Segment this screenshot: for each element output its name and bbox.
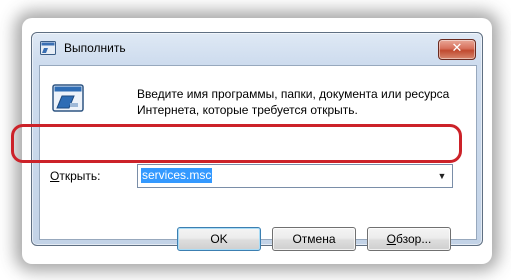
dropdown-arrow-icon[interactable]: ▼: [434, 167, 450, 185]
run-title-icon: [40, 41, 56, 55]
browse-accelerator: О: [386, 232, 396, 246]
open-label-accelerator: О: [50, 169, 60, 183]
open-input-value[interactable]: services.msc: [141, 168, 213, 183]
window-title: Выполнить: [64, 41, 126, 55]
ok-button[interactable]: OK: [177, 227, 261, 251]
open-label-text: ткрыть:: [59, 169, 101, 183]
open-combobox[interactable]: services.msc ▼: [137, 164, 453, 188]
title-bar[interactable]: Выполнить ✕: [32, 33, 482, 63]
red-highlight-frame: [11, 124, 462, 163]
browse-button[interactable]: Обзор...: [367, 227, 451, 251]
close-button[interactable]: ✕: [438, 39, 476, 60]
open-label: Открыть:: [50, 169, 100, 183]
cancel-button[interactable]: Отмена: [272, 227, 356, 251]
dialog-description: Введите имя программы, папки, документа …: [137, 87, 450, 117]
browse-label: бзор...: [396, 232, 432, 246]
run-icon: [52, 84, 84, 112]
close-icon: ✕: [451, 41, 463, 56]
